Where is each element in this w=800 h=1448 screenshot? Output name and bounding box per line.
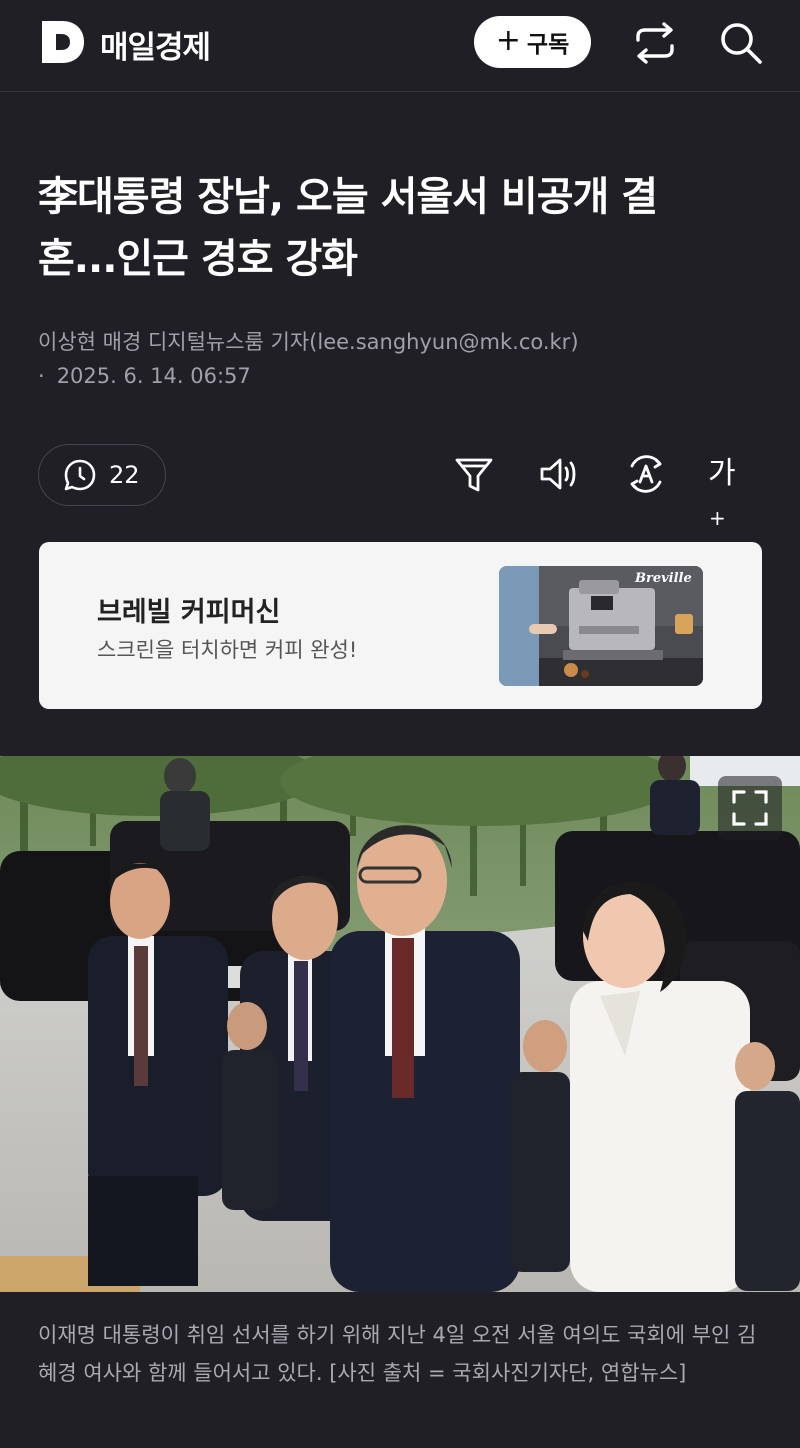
plus-icon: + <box>495 22 521 58</box>
ad-banner[interactable]: 브레빌 커피머신 스크린을 터치하면 커피 완성! Breville <box>39 542 762 709</box>
article-date: · 2025. 6. 14. 06:57 <box>38 364 251 388</box>
comment-icon <box>64 459 96 491</box>
date-bullet: · <box>38 364 45 388</box>
top-bar: 매일경제 + 구독 <box>0 0 800 92</box>
photo-caption: 이재명 대통령이 취임 선서를 하기 위해 지난 4일 오전 서울 여의도 국회… <box>38 1323 757 1385</box>
speaker-icon[interactable] <box>538 452 582 496</box>
share-icon[interactable] <box>632 20 678 66</box>
search-icon[interactable] <box>718 20 764 66</box>
headline-line-2: 혼...인근 경호 강화 <box>38 236 358 282</box>
comment-count: 22 <box>109 461 140 489</box>
translate-icon[interactable] <box>624 452 668 496</box>
font-size-plus: + <box>709 506 726 530</box>
ad-product-image[interactable]: Breville <box>499 566 703 686</box>
article-photo[interactable] <box>0 756 800 1292</box>
article-byline[interactable]: 이상현 매경 디지털뉴스룸 기자(lee.sanghyun@mk.co.kr) <box>38 326 579 356</box>
expand-icon[interactable] <box>718 776 782 840</box>
font-size-label: 가 <box>708 456 736 491</box>
ad-title: 브레빌 커피머신 <box>97 597 281 628</box>
ad-image-brand: Breville <box>634 571 692 586</box>
brand-name[interactable]: 매일경제 <box>100 22 211 67</box>
comment-button[interactable]: 22 <box>38 444 166 506</box>
logo-icon[interactable] <box>38 17 88 67</box>
ad-subtitle: 스크린을 터치하면 커피 완성! <box>97 638 358 662</box>
filter-icon[interactable] <box>452 452 496 496</box>
subscribe-button[interactable]: + 구독 <box>474 16 591 68</box>
date-text: 2025. 6. 14. 06:57 <box>56 364 251 388</box>
font-size-button[interactable]: 가+ <box>708 452 752 530</box>
subscribe-label: 구독 <box>526 32 570 58</box>
headline-line-1: 李대통령 장남, 오늘 서울서 비공개 결 <box>38 174 658 220</box>
article-headline: 李대통령 장남, 오늘 서울서 비공개 결 혼...인근 경호 강화 <box>38 166 768 290</box>
